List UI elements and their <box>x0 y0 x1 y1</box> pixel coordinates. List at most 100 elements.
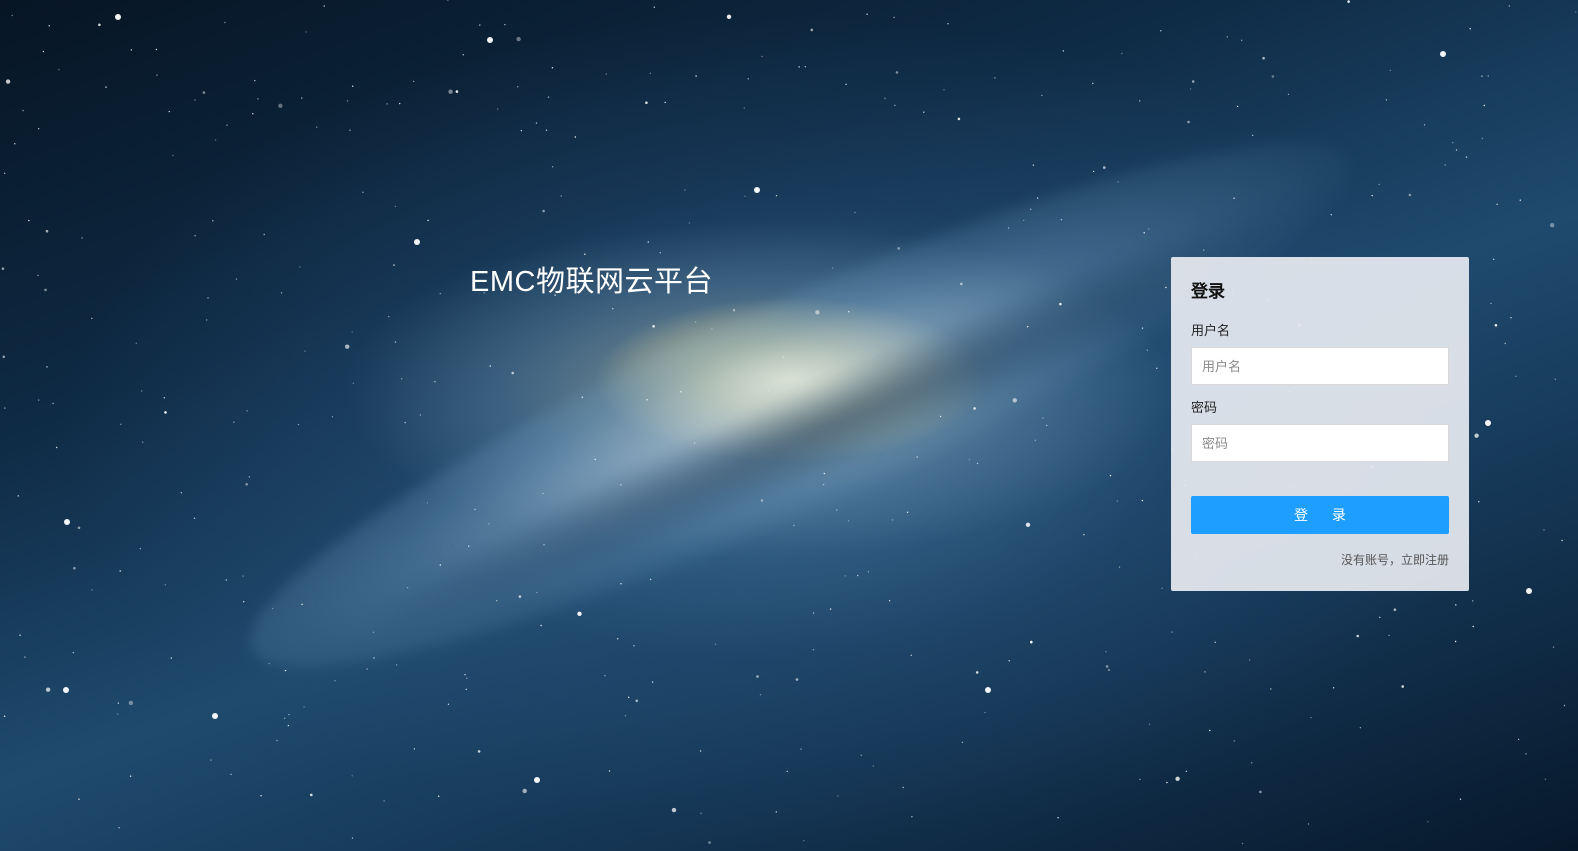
bright-star <box>414 239 420 245</box>
star <box>243 601 245 603</box>
star <box>551 166 554 168</box>
star <box>284 669 287 672</box>
star <box>419 414 421 416</box>
star <box>439 564 441 566</box>
star <box>301 603 303 605</box>
star <box>242 575 244 577</box>
star <box>400 378 403 380</box>
star <box>800 748 802 750</box>
star <box>860 754 862 756</box>
star <box>1165 286 1167 289</box>
star <box>488 523 490 525</box>
star <box>516 36 521 42</box>
star <box>810 28 814 32</box>
star <box>1209 729 1211 732</box>
star <box>1393 608 1397 611</box>
star <box>973 407 976 410</box>
star <box>1356 634 1359 638</box>
star <box>372 631 375 633</box>
star <box>1287 93 1290 96</box>
star <box>542 492 544 495</box>
star <box>38 399 40 401</box>
star <box>278 103 283 109</box>
star <box>1347 0 1350 3</box>
star <box>120 423 122 425</box>
star <box>276 739 278 742</box>
star <box>939 415 942 418</box>
star <box>1203 249 1205 251</box>
star <box>651 681 654 683</box>
star <box>496 108 499 110</box>
star <box>1469 28 1471 30</box>
star <box>775 811 777 813</box>
star <box>893 16 895 19</box>
star <box>52 402 54 405</box>
star <box>19 634 21 636</box>
star <box>141 390 143 392</box>
star <box>260 795 262 797</box>
star <box>248 476 250 478</box>
star <box>976 462 979 465</box>
star <box>1359 727 1362 729</box>
star <box>848 311 850 313</box>
star <box>268 662 270 665</box>
star <box>1092 82 1094 85</box>
star <box>280 292 283 294</box>
password-input[interactable] <box>1191 424 1449 462</box>
star <box>1332 687 1335 689</box>
star <box>760 499 764 502</box>
star <box>1472 625 1474 628</box>
star <box>246 410 248 412</box>
star <box>271 607 274 610</box>
register-link[interactable]: 没有账号，立即注册 <box>1191 551 1449 568</box>
star <box>395 664 398 666</box>
star <box>633 645 635 647</box>
bright-star <box>115 14 121 20</box>
star <box>1236 105 1239 108</box>
star <box>117 702 120 704</box>
star <box>477 750 481 753</box>
star <box>366 668 368 670</box>
star <box>73 566 76 570</box>
star <box>462 54 464 56</box>
star <box>620 583 622 585</box>
star <box>393 264 395 266</box>
star <box>1189 88 1192 90</box>
star <box>786 770 788 773</box>
star <box>155 48 158 51</box>
star <box>649 578 652 581</box>
star <box>254 79 256 82</box>
page-title: EMC物联网云平台 <box>470 266 713 298</box>
star <box>1554 378 1557 380</box>
star <box>28 219 30 222</box>
login-button[interactable]: 登 录 <box>1191 496 1449 534</box>
star <box>412 80 415 83</box>
bright-star <box>487 37 493 43</box>
star <box>346 100 349 102</box>
star <box>536 591 538 594</box>
star <box>193 517 196 519</box>
star <box>1494 324 1498 327</box>
star <box>1259 790 1262 794</box>
star <box>224 21 226 24</box>
star <box>1388 634 1390 637</box>
star <box>847 520 850 522</box>
star <box>700 812 702 814</box>
star <box>708 841 711 844</box>
star <box>1561 539 1563 542</box>
star <box>331 416 334 418</box>
star <box>202 91 206 94</box>
username-input[interactable] <box>1191 347 1449 385</box>
star <box>3 715 6 717</box>
star <box>1175 776 1180 781</box>
star <box>1092 170 1095 173</box>
star <box>351 837 354 839</box>
bright-star <box>1526 588 1532 594</box>
star <box>1146 349 1149 351</box>
star <box>44 288 47 292</box>
star <box>1241 39 1243 41</box>
star <box>1025 522 1031 527</box>
star <box>823 472 825 475</box>
star <box>957 117 961 121</box>
star <box>1204 671 1206 673</box>
